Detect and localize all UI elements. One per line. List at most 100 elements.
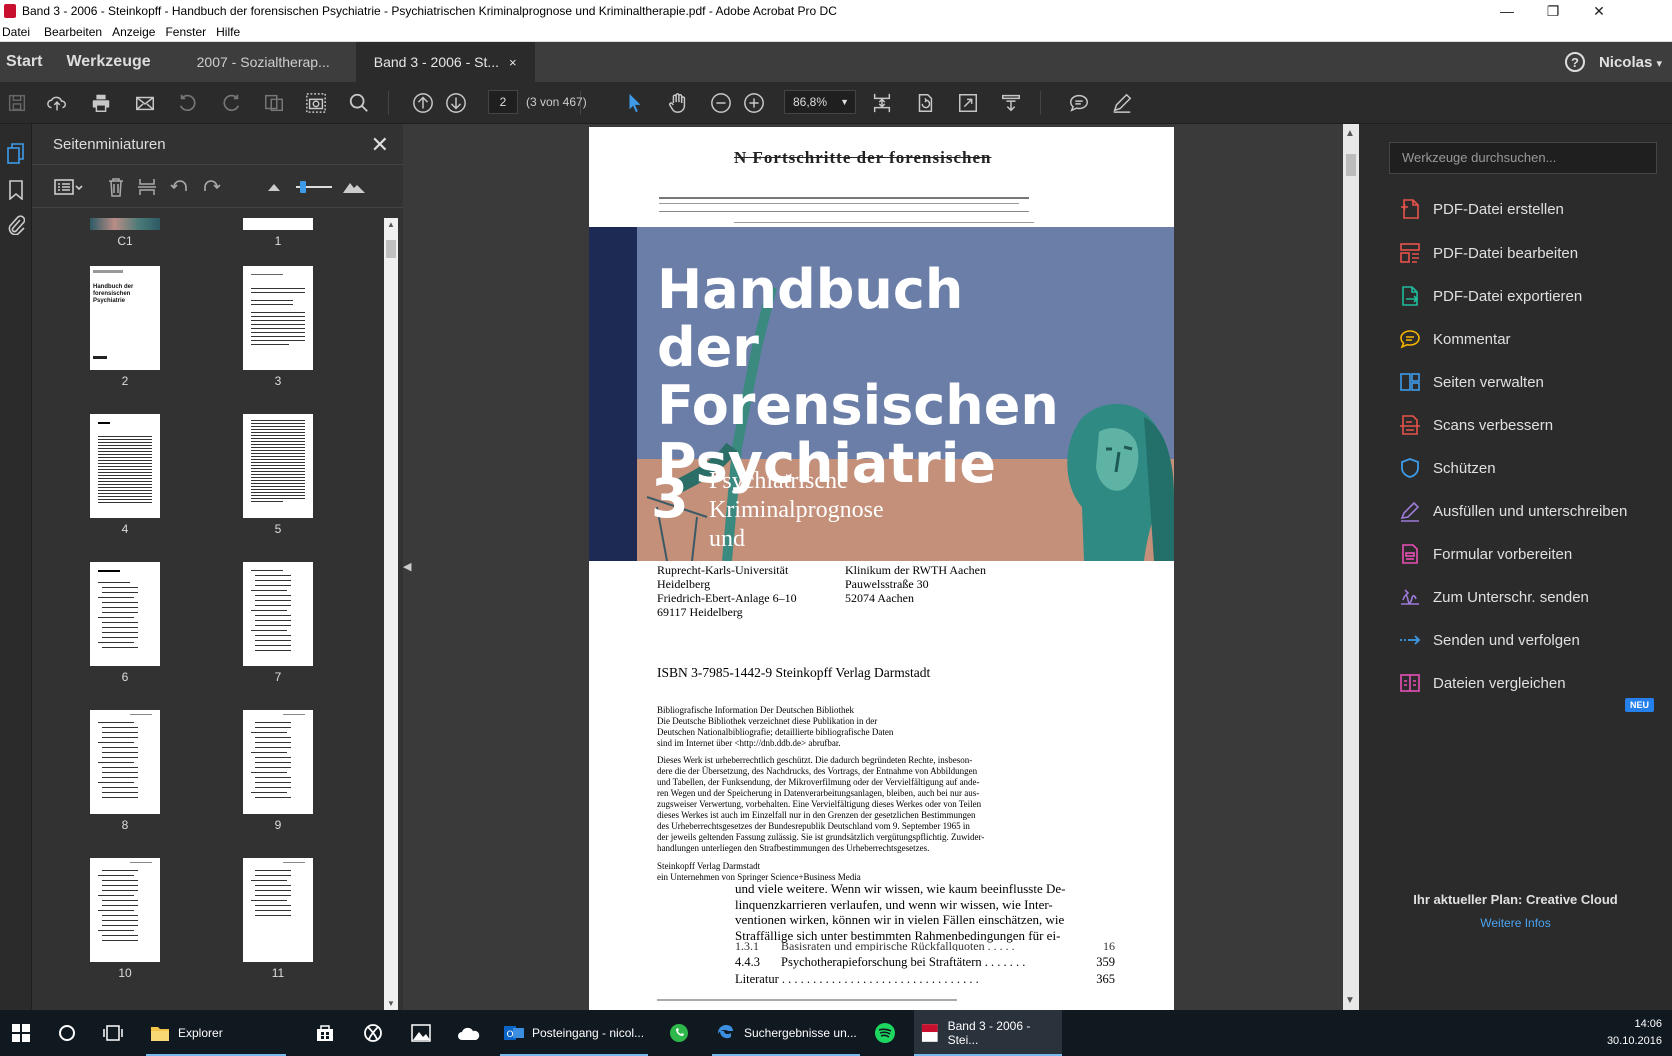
tool-edit-pdf[interactable]: PDF-Datei bearbeiten <box>1399 240 1578 266</box>
page-number-input[interactable]: 2 <box>488 90 518 114</box>
page-thumbnail-2[interactable]: Handbuch der forensischen Psychiatrie <box>84 260 166 376</box>
zoom-select[interactable]: 86,8% ▼ <box>784 90 856 114</box>
close-icon[interactable]: ✕ <box>371 132 389 158</box>
comment-icon[interactable] <box>1066 90 1092 116</box>
menu-anzeige[interactable]: Anzeige <box>112 25 161 39</box>
thumbnails-scrollbar[interactable]: ▲ ▼ <box>384 218 398 1010</box>
menu-bearbeiten[interactable]: Bearbeiten <box>44 25 108 39</box>
read-mode-icon[interactable] <box>998 90 1024 116</box>
scrollbar-thumb[interactable] <box>386 240 396 258</box>
menu-hilfe[interactable]: Hilfe <box>216 25 246 39</box>
rotate-right-icon[interactable] <box>199 175 223 199</box>
tool-organize-pages[interactable]: Seiten verwalten <box>1399 369 1544 395</box>
menu-fenster[interactable]: Fenster <box>165 25 212 39</box>
document-scrollbar[interactable]: ▲ ▼ <box>1343 124 1359 1010</box>
save-icon[interactable] <box>4 90 30 116</box>
rotate-left-icon[interactable] <box>168 175 192 199</box>
page-thumbnail-c1[interactable] <box>90 218 160 230</box>
print-icon[interactable] <box>88 90 114 116</box>
photos-icon[interactable] <box>406 1010 436 1056</box>
zoom-in-icon[interactable] <box>741 90 767 116</box>
tab-close-icon[interactable]: × <box>509 55 517 70</box>
collapse-left-pane-icon[interactable]: ◀ <box>403 560 411 573</box>
user-menu[interactable]: Nicolas ▾ <box>1599 54 1662 71</box>
cortana-icon[interactable] <box>52 1010 82 1056</box>
options-menu-icon[interactable] <box>52 175 86 199</box>
tool-send-and-track[interactable]: Senden und verfolgen <box>1399 627 1580 653</box>
more-info-link[interactable]: Weitere Infos <box>1359 916 1672 930</box>
email-icon[interactable] <box>132 90 158 116</box>
taskbar-outlook[interactable]: O Posteingang - nicol... <box>500 1010 648 1056</box>
page-thumbnail-8[interactable] <box>90 710 160 814</box>
page-thumbnails-icon[interactable] <box>4 142 28 166</box>
attachment-icon[interactable] <box>4 212 28 236</box>
tool-compare-files[interactable]: Dateien vergleichen <box>1399 670 1566 696</box>
windows-start-icon[interactable] <box>6 1010 36 1056</box>
taskbar-edge[interactable]: Suchergebnisse un... <box>712 1010 860 1056</box>
tool-comment[interactable]: Kommentar <box>1399 326 1511 352</box>
tool-fill-and-sign[interactable]: Ausfüllen und unterschreiben <box>1399 498 1627 524</box>
tool-send-for-signature[interactable]: Zum Unterschr. senden <box>1399 584 1589 610</box>
tab-document-band3[interactable]: Band 3 - 2006 - St... × <box>355 42 535 82</box>
scroll-mode-icon[interactable] <box>869 90 895 116</box>
tab-document-sozialtherapie[interactable]: 2007 - Sozialtherap... <box>175 42 356 82</box>
select-cursor-icon[interactable] <box>622 90 648 116</box>
next-page-icon[interactable] <box>443 90 469 116</box>
tool-create-pdf[interactable]: PDF-Datei erstellen <box>1399 196 1564 222</box>
whatsapp-icon[interactable] <box>664 1010 694 1056</box>
page-thumbnail-6[interactable] <box>90 562 160 666</box>
cloud-upload-icon[interactable] <box>44 90 70 116</box>
bookmark-icon[interactable] <box>4 178 28 202</box>
tool-enhance-scans[interactable]: Scans verbessern <box>1399 412 1553 438</box>
system-clock[interactable]: 14:06 30.10.2016 <box>1607 1016 1662 1050</box>
tools-search-input[interactable]: Werkzeuge durchsuchen... <box>1389 142 1657 174</box>
page-thumbnail-11[interactable] <box>243 858 313 962</box>
tab-start[interactable]: Start <box>0 53 52 71</box>
help-icon[interactable]: ? <box>1564 52 1585 72</box>
enhance-scans-icon <box>1399 414 1421 436</box>
page-layout-icon[interactable] <box>261 90 287 116</box>
task-view-icon[interactable] <box>98 1010 128 1056</box>
new-badge: NEU <box>1625 698 1655 712</box>
search-icon[interactable] <box>346 90 372 116</box>
page-thumbnail-10[interactable] <box>90 858 160 962</box>
previous-page-icon[interactable] <box>410 90 436 116</box>
insert-page-icon[interactable] <box>135 175 159 199</box>
page-thumbnail-5[interactable] <box>243 414 313 518</box>
tool-protect[interactable]: Schützen <box>1399 455 1496 481</box>
scrollbar-thumb[interactable] <box>1346 154 1356 176</box>
shrink-thumbnails-icon[interactable] <box>262 175 286 199</box>
tool-export-pdf[interactable]: PDF-Datei exportieren <box>1399 283 1582 309</box>
xbox-icon[interactable] <box>358 1010 388 1056</box>
hand-tool-icon[interactable] <box>665 90 691 116</box>
draw-pencil-icon[interactable] <box>1109 90 1135 116</box>
page-thumbnail-label: 10 <box>118 966 132 980</box>
menu-datei[interactable]: Datei <box>2 25 36 39</box>
tab-werkzeuge[interactable]: Werkzeuge <box>52 53 174 71</box>
taskbar-acrobat[interactable]: Band 3 - 2006 - Stei... <box>914 1010 1062 1056</box>
tab-document-label: Band 3 - 2006 - St... <box>373 54 500 70</box>
rotate-page-icon[interactable] <box>912 90 938 116</box>
undo-icon[interactable] <box>175 90 201 116</box>
thumbnail-size-slider[interactable] <box>294 175 334 199</box>
store-icon[interactable] <box>310 1010 340 1056</box>
page-thumbnail-7[interactable] <box>243 562 313 666</box>
address-heidelberg: Ruprecht-Karls-Universität Heidelberg Fr… <box>657 563 797 619</box>
page-thumbnail-3[interactable] <box>243 266 313 370</box>
close-button[interactable]: ✕ <box>1576 0 1622 22</box>
zoom-out-icon[interactable] <box>708 90 734 116</box>
page-thumbnail-9[interactable] <box>243 710 313 814</box>
delete-page-icon[interactable] <box>104 175 128 199</box>
tool-prepare-form[interactable]: Formular vorbereiten <box>1399 541 1572 567</box>
page-thumbnail-4[interactable] <box>90 414 160 518</box>
fit-page-icon[interactable] <box>955 90 981 116</box>
page-thumbnail-1[interactable] <box>243 218 313 230</box>
taskbar-explorer[interactable]: Explorer <box>146 1010 286 1056</box>
restore-button[interactable]: ❐ <box>1530 0 1576 22</box>
snapshot-camera-icon[interactable] <box>303 90 329 116</box>
enlarge-thumbnails-icon[interactable] <box>342 175 366 199</box>
minimize-button[interactable]: — <box>1484 0 1530 22</box>
spotify-icon[interactable] <box>870 1010 900 1056</box>
onedrive-icon[interactable] <box>454 1010 484 1056</box>
redo-icon[interactable] <box>218 90 244 116</box>
